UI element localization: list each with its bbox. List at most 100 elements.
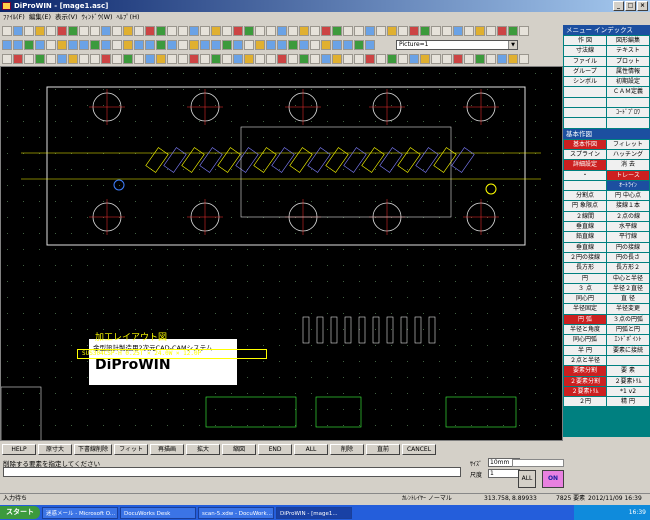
menu-file[interactable]: ﾌｧｲﾙ(F) <box>3 12 25 23</box>
toolbar-icon-button[interactable] <box>134 25 144 36</box>
menu-index-button[interactable]: 図形編集 <box>607 36 649 46</box>
draw-command-button[interactable]: 半径固定 <box>564 304 606 314</box>
toolbar-icon-button[interactable] <box>101 53 111 64</box>
toolbar-icon-button[interactable] <box>508 53 518 64</box>
toolbar-icon-button[interactable] <box>145 25 155 36</box>
toolbar-icon-button[interactable] <box>244 39 254 50</box>
toolbar-icon-button[interactable] <box>68 53 78 64</box>
toolbar-icon-button[interactable] <box>398 53 408 64</box>
toolbar-icon-button[interactable] <box>486 25 496 36</box>
minimize-button[interactable]: _ <box>613 1 624 11</box>
toolbar-icon-button[interactable] <box>189 53 199 64</box>
toolbar-icon-button[interactable] <box>178 25 188 36</box>
toolbar-icon-button[interactable] <box>68 39 78 50</box>
function-key-button[interactable]: ALL <box>294 444 329 455</box>
toolbar-icon-button[interactable] <box>57 25 67 36</box>
close-button[interactable]: × <box>637 1 648 11</box>
draw-command-button[interactable]: 長方形 <box>564 263 606 273</box>
toolbar-icon-button[interactable] <box>519 25 529 36</box>
draw-command-button[interactable]: 長方形２ <box>607 263 649 273</box>
draw-command-button[interactable]: ２円の接線 <box>564 252 606 263</box>
function-key-button[interactable]: 下書線削除 <box>74 444 113 455</box>
toolbar-icon-button[interactable] <box>90 53 100 64</box>
toolbar-icon-button[interactable] <box>420 25 430 36</box>
menu-index-button[interactable]: ファイル <box>564 56 606 66</box>
toolbar-icon-button[interactable] <box>354 25 364 36</box>
toolbar-icon-button[interactable] <box>200 39 210 50</box>
all-button[interactable]: ALL <box>518 470 536 488</box>
menu-index-button[interactable]: 作 図 <box>564 36 606 46</box>
draw-command-button[interactable]: 円の長さ <box>607 252 649 263</box>
menu-edit[interactable]: 編集(E) <box>29 12 51 23</box>
toolbar-icon-button[interactable] <box>398 25 408 36</box>
toolbar-icon-button[interactable] <box>277 53 287 64</box>
draw-command-button[interactable]: 円 <box>564 273 606 283</box>
toolbar-icon-button[interactable] <box>354 53 364 64</box>
draw-command-button[interactable]: 円の接線 <box>607 242 649 252</box>
draw-command-button[interactable]: 半 円 <box>564 345 606 355</box>
toolbar-icon-button[interactable] <box>343 53 353 64</box>
draw-command-button[interactable]: 精 円 <box>607 397 649 407</box>
toolbar-icon-button[interactable] <box>299 39 309 50</box>
draw-command-button[interactable]: ２点の線 <box>607 211 649 222</box>
toolbar-icon-button[interactable] <box>167 25 177 36</box>
draw-command-button[interactable]: フィレット <box>607 139 649 149</box>
toolbar-icon-button[interactable] <box>519 53 529 64</box>
toolbar-icon-button[interactable] <box>178 39 188 50</box>
function-key-button[interactable]: 原寸大 <box>38 444 72 455</box>
draw-command-button[interactable]: 半径変更 <box>607 304 649 314</box>
toolbar-icon-button[interactable] <box>90 39 100 50</box>
toolbar-icon-button[interactable] <box>464 25 474 36</box>
toolbar-icon-button[interactable] <box>233 39 243 50</box>
draw-command-button[interactable]: ２要素分割 <box>564 376 606 386</box>
toolbar-icon-button[interactable] <box>46 39 56 50</box>
toolbar-icon-button[interactable] <box>2 39 12 50</box>
toolbar-icon-button[interactable] <box>24 53 34 64</box>
task-docuworks-desk[interactable]: DocuWorks Desk <box>120 506 196 519</box>
toolbar-icon-button[interactable] <box>244 53 254 64</box>
menu-index-button[interactable]: グループ <box>564 66 606 77</box>
toolbar-icon-button[interactable] <box>233 25 243 36</box>
toolbar-icon-button[interactable] <box>57 39 67 50</box>
draw-command-button[interactable]: 円弧と円 <box>607 325 649 335</box>
draw-command-button[interactable]: 消 去 <box>607 160 649 170</box>
menu-help[interactable]: ﾍﾙﾌﾟ(H) <box>117 12 140 23</box>
toolbar-icon-button[interactable] <box>178 53 188 64</box>
draw-command-button[interactable]: 接線１本 <box>607 201 649 211</box>
draw-command-button[interactable]: 分割点 <box>564 191 606 201</box>
drawing-canvas[interactable]: 金型設計製造用2次元CAD-CAMシステム DiProWIN 加工レイアウト図 … <box>0 66 563 441</box>
picture-select[interactable]: Picture=1 ▼ <box>396 40 518 50</box>
toolbar-icon-button[interactable] <box>343 25 353 36</box>
toolbar-icon-button[interactable] <box>266 39 276 50</box>
toolbar-icon-button[interactable] <box>299 53 309 64</box>
toolbar-icon-button[interactable] <box>57 53 67 64</box>
menu-index-button[interactable]: ＣＡＭ定義 <box>607 87 649 97</box>
toolbar-icon-button[interactable] <box>35 25 45 36</box>
draw-command-button[interactable]: 平行線 <box>607 232 649 242</box>
toolbar-icon-button[interactable] <box>123 53 133 64</box>
toolbar-icon-button[interactable] <box>409 53 419 64</box>
toolbar-icon-button[interactable] <box>321 25 331 36</box>
draw-command-button[interactable]: ３点の円弧 <box>607 314 649 325</box>
toolbar-icon-button[interactable] <box>464 53 474 64</box>
toolbar-icon-button[interactable] <box>442 53 452 64</box>
draw-command-button[interactable]: 円 象限点 <box>564 201 606 211</box>
toolbar-icon-button[interactable] <box>266 25 276 36</box>
draw-command-button[interactable]: ２円 <box>564 397 606 407</box>
toolbar-icon-button[interactable] <box>299 25 309 36</box>
toolbar-icon-button[interactable] <box>387 53 397 64</box>
toolbar-icon-button[interactable] <box>24 25 34 36</box>
toolbar-icon-button[interactable] <box>222 25 232 36</box>
toolbar-icon-button[interactable] <box>255 39 265 50</box>
draw-command-button[interactable]: 半径２直径 <box>607 283 649 294</box>
toolbar-icon-button[interactable] <box>332 39 342 50</box>
toolbar-icon-button[interactable] <box>332 25 342 36</box>
toolbar-icon-button[interactable] <box>79 25 89 36</box>
toolbar-icon-button[interactable] <box>79 39 89 50</box>
draw-command-button[interactable]: 垂直線 <box>564 242 606 252</box>
toolbar-icon-button[interactable] <box>508 25 518 36</box>
function-key-button[interactable]: 縮図 <box>222 444 257 455</box>
function-key-button[interactable]: 直前 <box>366 444 401 455</box>
toolbar-icon-button[interactable] <box>211 25 221 36</box>
toolbar-icon-button[interactable] <box>288 53 298 64</box>
